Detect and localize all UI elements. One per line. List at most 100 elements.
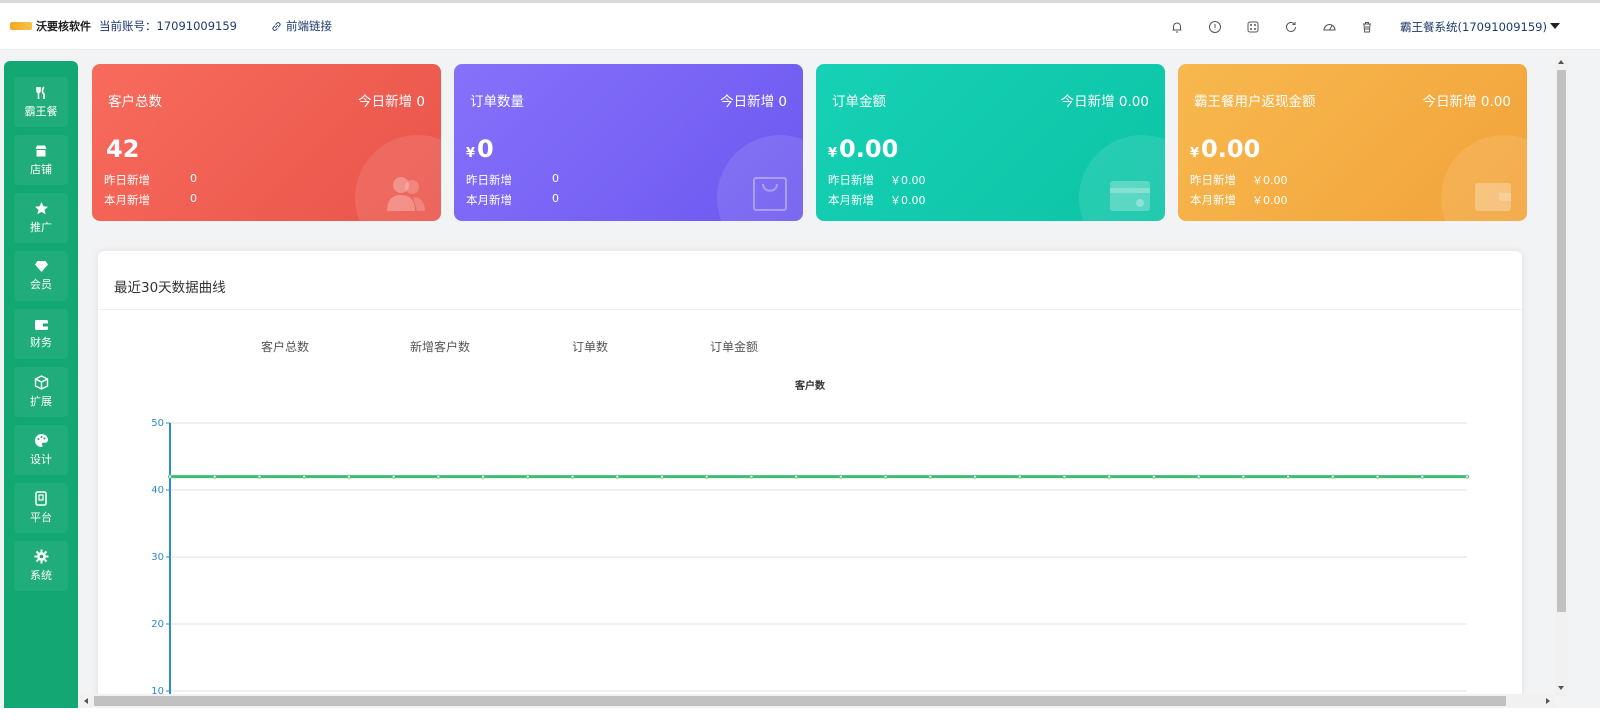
- bottom-strip: [0, 708, 1600, 722]
- bag-icon: [753, 177, 787, 211]
- info-icon[interactable]: [1196, 3, 1234, 50]
- card-title: 霸王餐用户返现金额: [1194, 94, 1316, 110]
- sidebar-item-platform[interactable]: 平台: [14, 483, 68, 533]
- refresh-icon[interactable]: [1272, 3, 1310, 50]
- card-month-row: 本月新增 0: [466, 192, 559, 207]
- sidebar-item-store[interactable]: 店铺: [14, 135, 68, 185]
- stat-card-customers[interactable]: 客户总数 今日新增 0 42 昨日新增 0 本月新增 0: [92, 64, 441, 221]
- bell-icon[interactable]: [1158, 3, 1196, 50]
- star-icon: [34, 202, 48, 215]
- sidebar-item-system[interactable]: 系统: [14, 541, 68, 591]
- card-title: 订单金额: [832, 94, 886, 110]
- gear-icon: [34, 549, 48, 564]
- data-point: [525, 474, 530, 479]
- card-title: 订单数量: [470, 94, 524, 110]
- sidebar-item-finance[interactable]: 财务: [14, 309, 68, 359]
- users-icon: [387, 177, 425, 211]
- store-icon: [35, 145, 47, 156]
- brand-logo[interactable]: 沃要核软件: [10, 18, 91, 34]
- horizontal-scrollbar[interactable]: [80, 694, 1555, 708]
- palette-icon: [34, 434, 48, 447]
- card-value: ¥0.00: [828, 135, 899, 163]
- card-today-new: 今日新增 0: [720, 94, 787, 110]
- vertical-scrollbar[interactable]: [1555, 56, 1568, 696]
- data-point: [794, 474, 799, 479]
- caret-down-icon: [1550, 22, 1560, 29]
- y-tick-label: 30: [151, 552, 164, 563]
- card-value: ¥0.00: [1190, 135, 1261, 163]
- sidebar-item-label: 店铺: [30, 162, 52, 176]
- data-point: [346, 474, 351, 479]
- data-point: [928, 474, 933, 479]
- logo-icon: [10, 22, 32, 30]
- data-point: [391, 474, 396, 479]
- link-icon: [272, 21, 281, 31]
- vertical-scroll-thumb[interactable]: [1557, 70, 1566, 612]
- front-link-label: 前端链接: [285, 19, 332, 33]
- data-point: [704, 474, 709, 479]
- sidebar-item-label: 推广: [30, 221, 52, 234]
- card-value: ¥0: [466, 135, 494, 163]
- card-today-new: 今日新增 0.00: [1422, 94, 1511, 110]
- data-point: [168, 474, 173, 479]
- scroll-up-icon[interactable]: [1558, 60, 1564, 64]
- data-point: [838, 474, 843, 479]
- sidebar-item-bawangcan[interactable]: 霸王餐: [14, 77, 68, 127]
- sidebar-item-design[interactable]: 设计: [14, 425, 68, 475]
- user-menu[interactable]: 霸王餐系统(17091009159): [1400, 19, 1560, 35]
- top-header: 沃要核软件 当前账号：17091009159 前端链接 霸王餐系统(170910…: [0, 3, 1600, 50]
- y-tick-label: 20: [151, 619, 164, 630]
- data-point: [257, 474, 262, 479]
- scroll-left-icon[interactable]: [84, 697, 88, 704]
- sidebar-item-label: 会员: [30, 278, 52, 291]
- card-month-row: 本月新增 ￥0.00: [828, 193, 926, 207]
- logo-text: 沃要核软件: [36, 20, 91, 33]
- line-chart: 5040302010: [151, 418, 1470, 722]
- current-account: 当前账号：17091009159: [99, 19, 237, 33]
- data-point: [302, 474, 307, 479]
- card-icon: [1110, 181, 1150, 211]
- scroll-down-icon[interactable]: [1558, 686, 1564, 690]
- header-toolbar: 霸王餐系统(17091009159): [1158, 3, 1560, 50]
- y-tick-label: 50: [151, 418, 164, 429]
- data-point: [570, 474, 575, 479]
- platform-icon: [35, 491, 47, 506]
- wallet-icon: [34, 320, 48, 330]
- data-point: [883, 474, 888, 479]
- data-point: [481, 474, 486, 479]
- utensils-icon: [36, 85, 45, 99]
- dashboard-icon[interactable]: [1310, 3, 1348, 50]
- y-tick-label: 40: [151, 485, 164, 496]
- data-point: [1375, 474, 1380, 479]
- data-point: [436, 474, 441, 479]
- data-point: [1151, 474, 1156, 479]
- sidebar-item-label: 霸王餐: [24, 104, 58, 118]
- stat-card-cashback[interactable]: 霸王餐用户返现金额 今日新增 0.00 ¥0.00 昨日新增 ￥0.00 本月新增…: [1178, 64, 1527, 221]
- data-point: [615, 474, 620, 479]
- card-today-new: 今日新增 0: [358, 94, 425, 110]
- front-link[interactable]: 前端链接: [271, 18, 332, 34]
- stat-card-order-amount[interactable]: 订单金额 今日新增 0.00 ¥0.00 昨日新增 ￥0.00 本月新增 ￥0.00: [816, 64, 1165, 221]
- diamond-icon: [34, 261, 48, 272]
- sidebar-item-promotion[interactable]: 推广: [14, 193, 68, 243]
- chart-panel: 最近30天数据曲线 客户总数 新增客户数 订单数 订单金额 客户数 50 40 30…: [98, 251, 1522, 722]
- sidebar-item-label: 扩展: [30, 395, 52, 408]
- sidebar-item-label: 设计: [30, 453, 52, 466]
- data-point: [1017, 474, 1022, 479]
- sidebar-item-extension[interactable]: 扩展: [14, 367, 68, 417]
- card-yesterday-row: 昨日新增 ￥0.00: [1190, 173, 1288, 187]
- data-point: [212, 474, 217, 479]
- card-month-row: 本月新增 ￥0.00: [1190, 193, 1288, 207]
- data-point: [1286, 474, 1291, 479]
- stat-card-orders[interactable]: 订单数量 今日新增 0 ¥0 昨日新增 0 本月新增 0: [454, 64, 803, 221]
- trash-icon[interactable]: [1348, 3, 1386, 50]
- card-title: 客户总数: [108, 94, 162, 110]
- dice-icon[interactable]: [1234, 3, 1272, 50]
- cube-icon: [34, 375, 48, 390]
- card-yesterday-row: 昨日新增 ￥0.00: [828, 173, 926, 187]
- card-yesterday-row: 昨日新增 0: [104, 172, 197, 187]
- sidebar-item-member[interactable]: 会员: [14, 251, 68, 301]
- scroll-right-icon[interactable]: [1546, 697, 1550, 704]
- data-point: [1420, 474, 1425, 479]
- horizontal-scroll-thumb[interactable]: [94, 696, 1506, 706]
